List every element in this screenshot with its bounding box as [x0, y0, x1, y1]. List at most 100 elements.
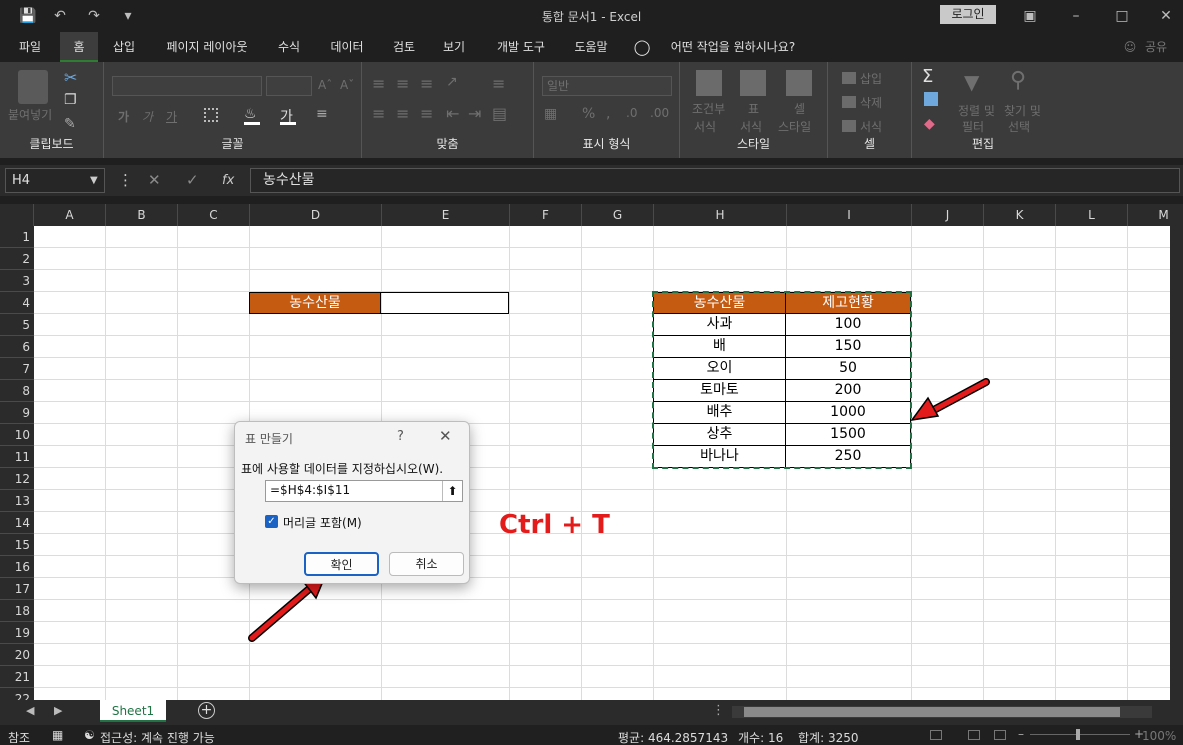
- row-header-6[interactable]: 6: [0, 336, 34, 358]
- normal-view-icon[interactable]: [930, 730, 942, 740]
- row-header-9[interactable]: 9: [0, 402, 34, 424]
- close-icon[interactable]: ✕: [1156, 6, 1176, 26]
- horizontal-scroll-thumb[interactable]: [744, 707, 1120, 717]
- decrease-font-icon[interactable]: Aˇ: [340, 78, 354, 92]
- row-header-8[interactable]: 8: [0, 380, 34, 402]
- table-cell-item[interactable]: 바나나: [653, 446, 786, 468]
- row-header-14[interactable]: 14: [0, 512, 34, 534]
- column-header-m[interactable]: M: [1128, 204, 1183, 226]
- ok-button[interactable]: 확인: [304, 552, 379, 576]
- add-sheet-icon[interactable]: +: [198, 702, 215, 719]
- bold-icon[interactable]: 가: [118, 108, 129, 125]
- row-header-4[interactable]: 4: [0, 292, 34, 314]
- collapse-dialog-icon[interactable]: ⬆: [442, 481, 462, 501]
- border-icon[interactable]: [204, 108, 218, 122]
- conditional-format-icon[interactable]: [696, 70, 722, 96]
- align-top-icon[interactable]: ≡: [372, 74, 385, 93]
- login-button[interactable]: 로그인: [940, 5, 996, 24]
- ribbon-display-icon[interactable]: ▣: [1020, 6, 1040, 26]
- column-header-b[interactable]: B: [106, 204, 178, 226]
- row-header-11[interactable]: 11: [0, 446, 34, 468]
- column-header-k[interactable]: K: [984, 204, 1056, 226]
- tab-file[interactable]: 파일: [8, 32, 52, 62]
- italic-icon[interactable]: 가: [142, 108, 153, 125]
- select-all-corner[interactable]: [0, 204, 34, 226]
- tab-home[interactable]: 홈: [60, 32, 98, 62]
- row-header-10[interactable]: 10: [0, 424, 34, 446]
- row-header-21[interactable]: 21: [0, 666, 34, 688]
- align-left-icon[interactable]: ≡: [372, 104, 385, 123]
- accounting-icon[interactable]: ▦: [544, 106, 557, 122]
- row-header-18[interactable]: 18: [0, 600, 34, 622]
- row-header-19[interactable]: 19: [0, 622, 34, 644]
- confirm-entry-icon[interactable]: ✓: [186, 168, 199, 193]
- cell-e4[interactable]: [381, 292, 509, 314]
- delete-cells-icon[interactable]: [842, 96, 856, 108]
- tab-developer[interactable]: 개발 도구: [486, 32, 556, 62]
- row-header-13[interactable]: 13: [0, 490, 34, 512]
- vertical-scrollbar[interactable]: [1170, 226, 1183, 700]
- zoom-slider[interactable]: [1030, 729, 1130, 740]
- fill-icon[interactable]: [924, 92, 938, 106]
- tab-help[interactable]: 도움말: [566, 32, 616, 62]
- increase-indent-icon[interactable]: ⇥: [468, 104, 481, 123]
- row-header-15[interactable]: 15: [0, 534, 34, 556]
- table-cell-stock[interactable]: 250: [786, 446, 911, 468]
- column-header-i[interactable]: I: [787, 204, 912, 226]
- macro-record-icon[interactable]: ▦: [52, 728, 63, 742]
- table-cell-stock[interactable]: 150: [786, 336, 911, 358]
- horizontal-scrollbar[interactable]: [732, 706, 1152, 718]
- tab-formulas[interactable]: 수식: [268, 32, 310, 62]
- merge-center-icon[interactable]: ▤: [492, 104, 507, 123]
- table-cell-stock[interactable]: 200: [786, 380, 911, 402]
- accessibility-status[interactable]: 접근성: 계속 진행 가능: [100, 729, 215, 745]
- number-format-select[interactable]: 일반: [542, 76, 672, 96]
- more-icon[interactable]: ⋮: [118, 168, 133, 193]
- table-cell-item[interactable]: 상추: [653, 424, 786, 446]
- percent-icon[interactable]: %: [582, 106, 595, 122]
- table-cell-stock[interactable]: 1500: [786, 424, 911, 446]
- range-input[interactable]: =$H$4:$I$11: [270, 483, 350, 497]
- zoom-level[interactable]: 100%: [1142, 729, 1176, 743]
- column-header-l[interactable]: L: [1056, 204, 1128, 226]
- column-header-d[interactable]: D: [250, 204, 382, 226]
- table-cell-item[interactable]: 사과: [653, 314, 786, 336]
- column-header-j[interactable]: J: [912, 204, 984, 226]
- align-right-icon[interactable]: ≡: [420, 104, 433, 123]
- underline-icon[interactable]: 가: [166, 108, 177, 125]
- paste-icon[interactable]: [18, 70, 48, 104]
- cancel-button[interactable]: 취소: [389, 552, 464, 576]
- table-cell-item[interactable]: 배: [653, 336, 786, 358]
- column-header-e[interactable]: E: [382, 204, 510, 226]
- share-button[interactable]: 공유: [1140, 32, 1172, 62]
- font-size-select[interactable]: [266, 76, 312, 96]
- wrap-text-icon[interactable]: ≡: [492, 74, 505, 93]
- decrease-decimal-icon[interactable]: .00: [650, 106, 669, 120]
- table-cell-item[interactable]: 토마토: [653, 380, 786, 402]
- row-header-7[interactable]: 7: [0, 358, 34, 380]
- align-middle-icon[interactable]: ≡: [396, 74, 409, 93]
- row-header-1[interactable]: 1: [0, 226, 34, 248]
- tell-me-search[interactable]: 어떤 작업을 원하시나요?: [658, 32, 808, 62]
- format-cells-icon[interactable]: [842, 120, 856, 132]
- table-cell-item[interactable]: 오이: [653, 358, 786, 380]
- minimize-icon[interactable]: –: [1066, 6, 1086, 26]
- page-break-view-icon[interactable]: [994, 730, 1006, 740]
- tab-page-layout[interactable]: 페이지 레이아웃: [152, 32, 262, 62]
- copy-icon[interactable]: ❐: [64, 92, 77, 108]
- sheet-tab-sheet1[interactable]: Sheet1: [100, 700, 166, 722]
- tab-insert[interactable]: 삽입: [104, 32, 144, 62]
- row-header-3[interactable]: 3: [0, 270, 34, 292]
- increase-font-icon[interactable]: Aˆ: [318, 78, 332, 92]
- table-cell-stock[interactable]: 100: [786, 314, 911, 336]
- decrease-indent-icon[interactable]: ⇤: [446, 104, 459, 123]
- orientation-icon[interactable]: ↗: [446, 74, 458, 90]
- align-bottom-icon[interactable]: ≡: [420, 74, 433, 93]
- insert-cells-icon[interactable]: [842, 72, 856, 84]
- tab-view[interactable]: 보기: [432, 32, 476, 62]
- dialog-close-icon[interactable]: ✕: [439, 427, 452, 445]
- name-box-dropdown-icon[interactable]: ▼: [90, 168, 98, 193]
- table-cell-stock[interactable]: 1000: [786, 402, 911, 424]
- increase-decimal-icon[interactable]: .0: [626, 106, 637, 120]
- row-header-2[interactable]: 2: [0, 248, 34, 270]
